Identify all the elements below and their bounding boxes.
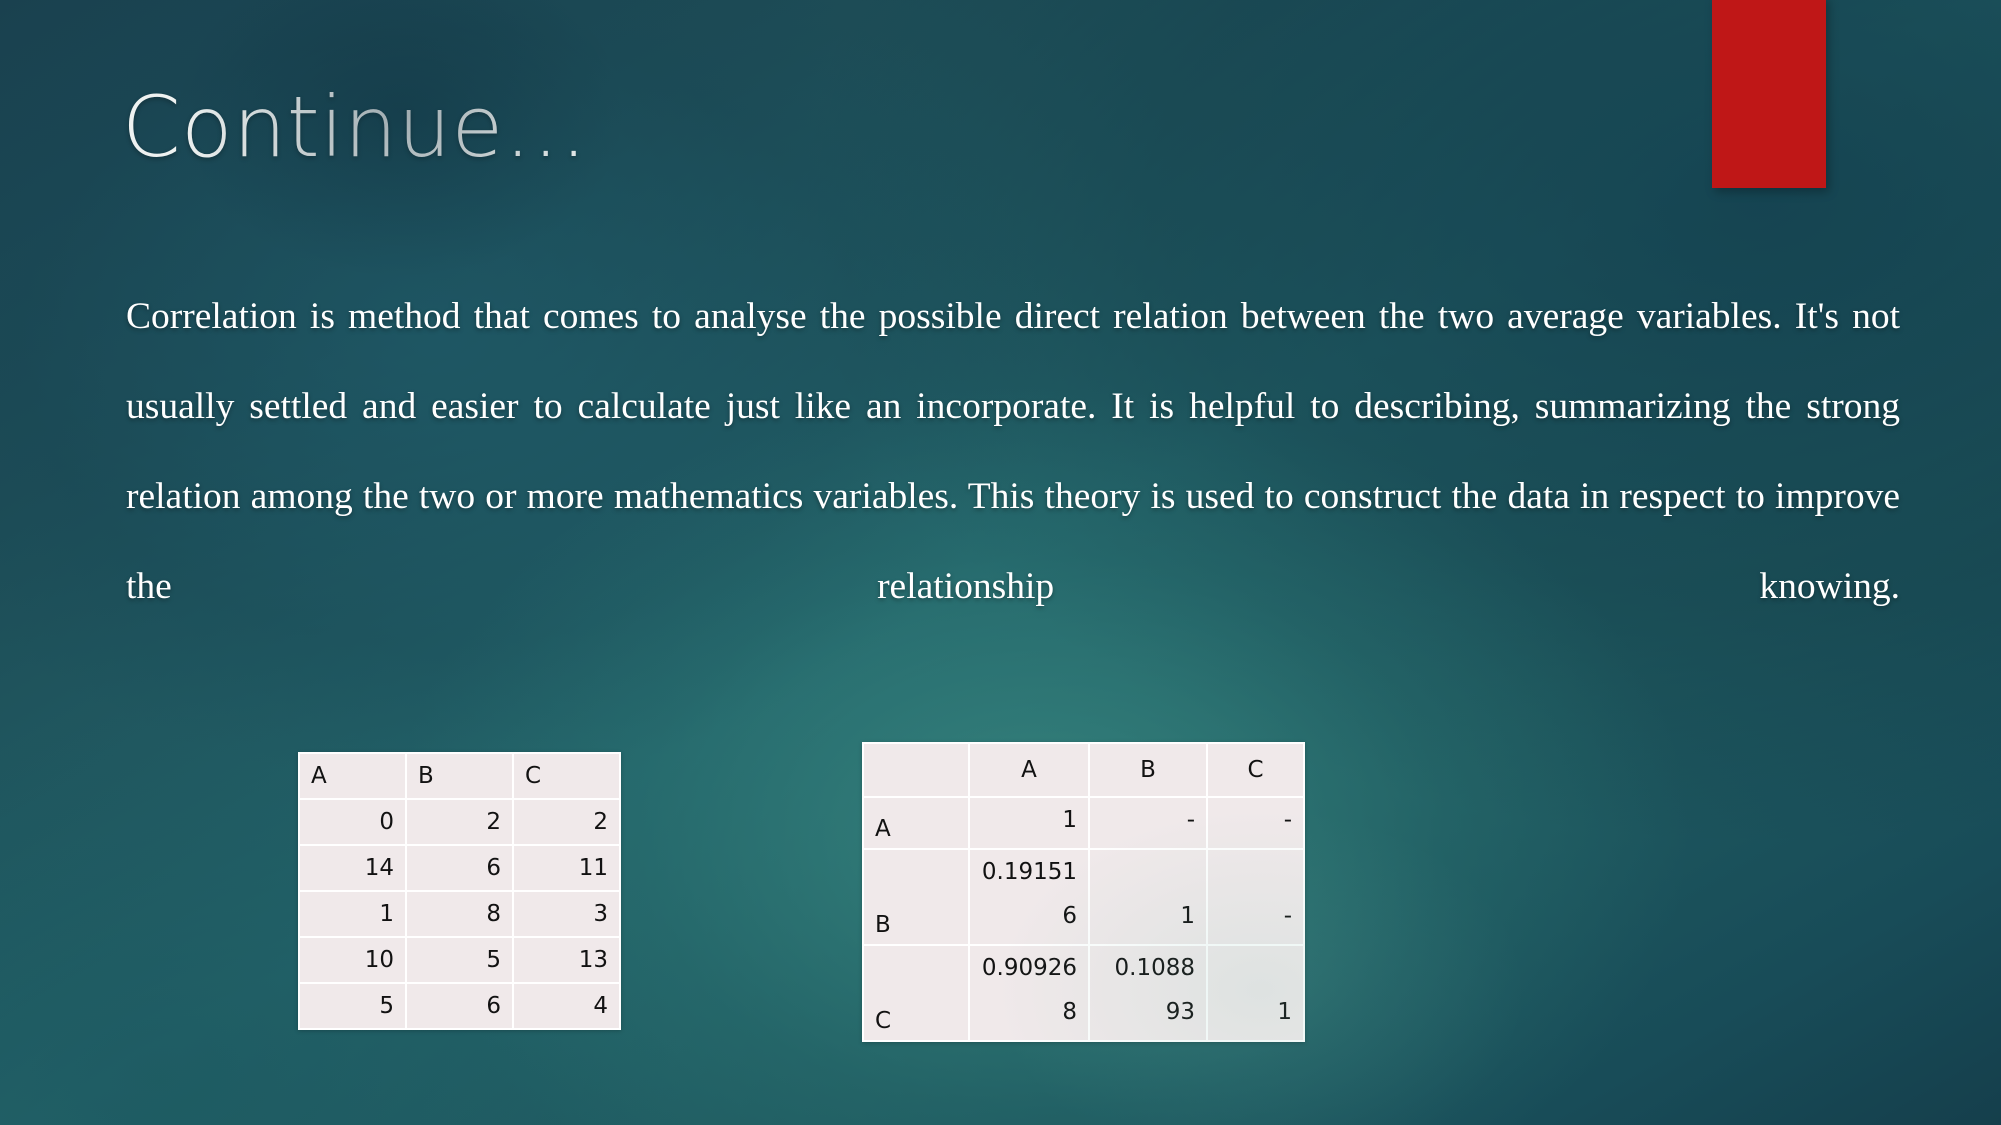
- cell: 1: [298, 890, 407, 938]
- column-header-a: A: [298, 752, 407, 800]
- cell: 0: [298, 798, 407, 846]
- cell: 6: [405, 844, 514, 892]
- row-header-a: A: [862, 796, 970, 850]
- cell: -: [1088, 796, 1208, 850]
- table-row: 14 6 11: [298, 844, 621, 892]
- cell: 13: [512, 936, 621, 984]
- table-row: A 1 - -: [862, 796, 1305, 850]
- cell: 3: [512, 890, 621, 938]
- table-row: 5 6 4: [298, 982, 621, 1030]
- cell: -: [1206, 796, 1305, 850]
- cell: 11: [512, 844, 621, 892]
- body-paragraph: Correlation is method that comes to anal…: [126, 296, 1900, 607]
- cell: 1: [1088, 848, 1208, 946]
- table-header-row: A B C: [862, 742, 1305, 798]
- cell: 0.191516: [968, 848, 1090, 946]
- cell: 2: [405, 798, 514, 846]
- cell: 4: [512, 982, 621, 1030]
- cell: 1: [968, 796, 1090, 850]
- table-row: C 0.909268 0.108893 1: [862, 944, 1305, 1042]
- red-accent-bar: [1712, 0, 1826, 188]
- table-row: B 0.191516 1 -: [862, 848, 1305, 946]
- cell: 6: [405, 982, 514, 1030]
- column-header-c: C: [1206, 742, 1305, 798]
- sample-data-table: A B C 0 2 2 14 6 11 1 8 3 10 5 13 5 6 4: [298, 752, 621, 1030]
- cell: 1: [1206, 944, 1305, 1042]
- column-header-a: A: [968, 742, 1090, 798]
- cell: 2: [512, 798, 621, 846]
- presentation-slide: Continue… Correlation is method that com…: [0, 0, 2001, 1125]
- cell: 8: [405, 890, 514, 938]
- table-row: 10 5 13: [298, 936, 621, 984]
- table-row: 1 8 3: [298, 890, 621, 938]
- row-header-b: B: [862, 848, 970, 946]
- cell: -: [1206, 848, 1305, 946]
- row-header-c: C: [862, 944, 970, 1042]
- table-header-row: A B C: [298, 752, 621, 800]
- cell: 5: [405, 936, 514, 984]
- correlation-matrix-table: A B C A 1 - - B 0.191516 1 - C 0.909268 …: [862, 742, 1305, 1042]
- body-text-block: Correlation is method that comes to anal…: [126, 272, 1900, 722]
- cell: 5: [298, 982, 407, 1030]
- cell: 14: [298, 844, 407, 892]
- cell: 0.909268: [968, 944, 1090, 1042]
- page-title: Continue…: [122, 78, 589, 176]
- column-header-c: C: [512, 752, 621, 800]
- column-header-b: B: [1088, 742, 1208, 798]
- column-header-b: B: [405, 752, 514, 800]
- cell: 10: [298, 936, 407, 984]
- table-row: 0 2 2: [298, 798, 621, 846]
- cell: 0.108893: [1088, 944, 1208, 1042]
- corner-header: [862, 742, 970, 798]
